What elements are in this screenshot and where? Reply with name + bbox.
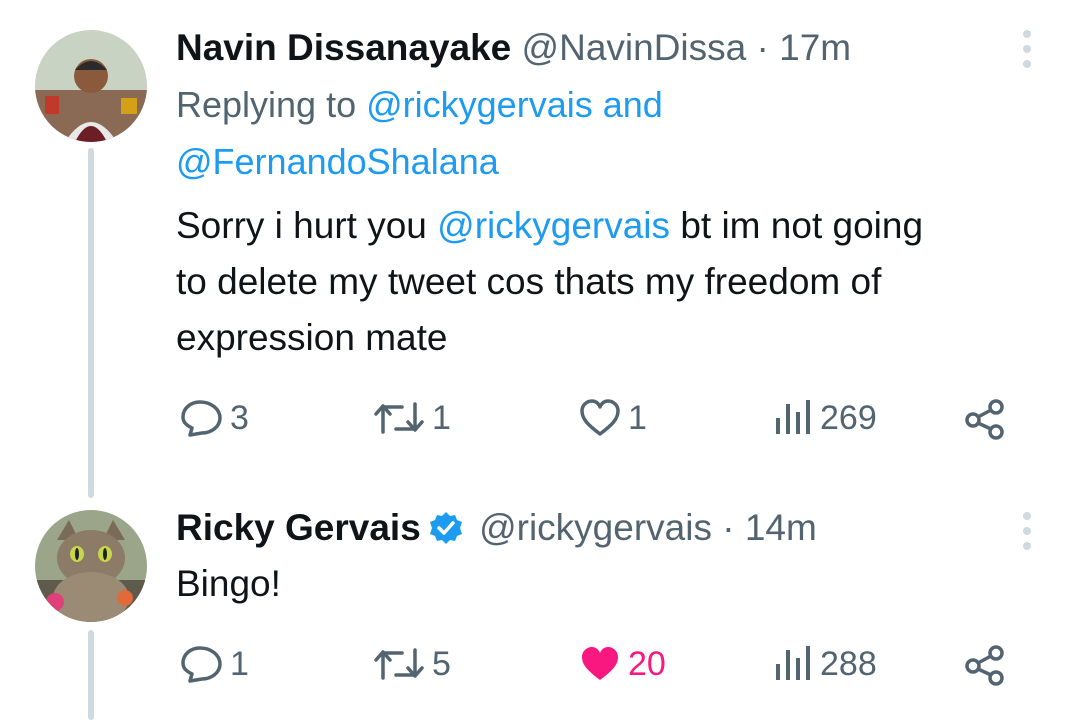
display-name[interactable]: Ricky Gervais — [176, 507, 421, 548]
share-icon — [965, 399, 1004, 440]
like-button[interactable]: 20 — [578, 644, 666, 684]
reply-button[interactable]: 3 — [180, 398, 249, 438]
tweet-text: Sorry i hurt you @rickygervais bt im not… — [176, 198, 1056, 366]
replying-prefix: Replying to — [176, 84, 357, 125]
avatar-ricky-cat-image — [35, 510, 147, 622]
reply-count: 1 — [230, 644, 249, 683]
retweet-button[interactable]: 5 — [372, 644, 451, 684]
tweet-header: Ricky Gervais @rickygervais · 14m — [176, 506, 817, 555]
tweet-text-part: Bingo! — [176, 563, 281, 604]
more-options-icon[interactable] — [1022, 512, 1032, 550]
view-count: 288 — [820, 644, 877, 683]
reply-icon — [181, 646, 222, 683]
views-button[interactable]: 288 — [770, 644, 877, 684]
mention-link[interactable]: @rickygervais — [437, 205, 670, 246]
mention-link[interactable]: @FernandoShalana — [176, 141, 499, 182]
retweet-icon — [374, 402, 424, 434]
tweet-text-part: bt im not going — [680, 205, 924, 246]
tweet-text-part: to delete my tweet cos thats my freedom … — [176, 261, 882, 302]
share-icon — [965, 645, 1004, 686]
tweet-header: Navin Dissanayake @NavinDissa · 17m — [176, 26, 851, 70]
thread-connector — [88, 148, 94, 498]
view-count: 269 — [820, 398, 877, 437]
mention-link[interactable]: @rickygervais — [366, 84, 593, 125]
share-button[interactable] — [962, 644, 1008, 686]
more-options-icon[interactable] — [1022, 30, 1032, 68]
handle[interactable]: @rickygervais — [479, 507, 712, 548]
timestamp[interactable]: · 14m — [722, 507, 817, 548]
tweet-text: Bingo! — [176, 556, 1056, 612]
heart-outline-icon — [580, 399, 620, 436]
handle[interactable]: @NavinDissa — [522, 27, 747, 68]
views-button[interactable]: 269 — [770, 398, 877, 438]
heart-filled-icon — [582, 647, 618, 680]
verified-badge-icon — [429, 511, 463, 555]
reply-count: 3 — [230, 398, 249, 437]
reply-icon — [181, 400, 222, 437]
retweet-icon — [374, 648, 424, 680]
tweet-text-part: expression mate — [176, 317, 448, 358]
replying-and[interactable]: and — [603, 84, 663, 125]
retweet-button[interactable]: 1 — [372, 398, 451, 438]
thread-connector — [88, 630, 94, 720]
views-chart-icon — [776, 646, 810, 680]
avatar[interactable] — [35, 30, 147, 142]
avatar[interactable] — [35, 510, 147, 622]
retweet-count: 1 — [432, 398, 451, 437]
replying-to: Replying to @rickygervais and @FernandoS… — [176, 76, 663, 190]
share-button[interactable] — [962, 398, 1008, 440]
like-count: 1 — [628, 398, 647, 437]
reply-button[interactable]: 1 — [180, 644, 249, 684]
timestamp[interactable]: · 17m — [757, 27, 852, 68]
like-button[interactable]: 1 — [578, 398, 647, 438]
avatar-navin-image — [35, 30, 147, 142]
like-count: 20 — [628, 644, 666, 683]
tweet-text-part: Sorry i hurt you — [176, 205, 427, 246]
views-chart-icon — [776, 400, 810, 434]
display-name[interactable]: Navin Dissanayake — [176, 27, 511, 68]
retweet-count: 5 — [432, 644, 451, 683]
